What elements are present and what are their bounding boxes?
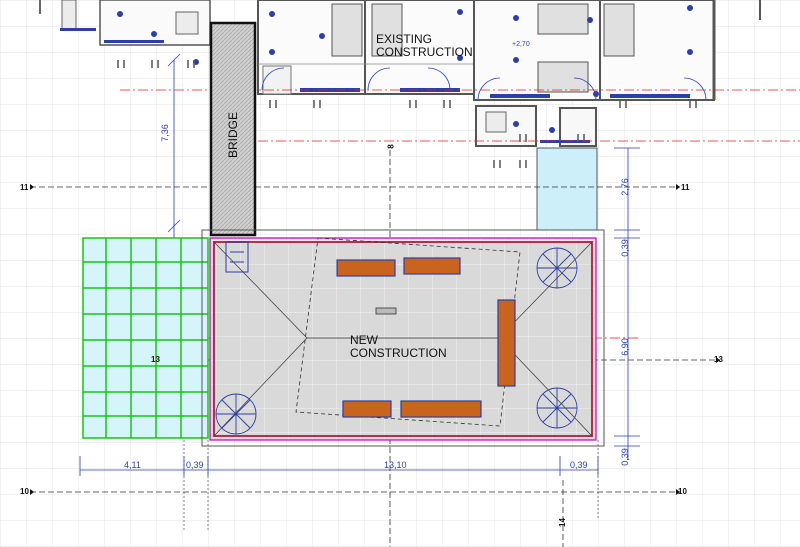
axis-label-11-right: 11 [681,183,690,192]
axis-label-10-right: 10 [678,487,687,496]
axis-label-14: 14 [557,518,567,527]
axis-label-11-left: 11 [20,183,29,192]
bridge-label: BRIDGE [226,112,240,159]
existing-construction-label-line2: CONSTRUCTION [376,45,473,59]
dimension-bottom-gap-right: 0,39 [570,460,588,470]
floor-plan-canvas: EXISTING CONSTRUCTION NEW CONSTRUCTION B… [0,0,800,547]
pergola [82,237,209,439]
level-mark: +2,70 [512,41,530,48]
existing-construction-label-line1: EXISTING [376,32,433,46]
dimension-right-gap-bottom: 0,39 [620,448,630,466]
dimension-right-top: 2,76 [620,178,630,196]
dimension-bottom-left: 4,11 [124,460,141,470]
axis-label-8: 8 [386,144,396,149]
dimension-bottom-main: 13,10 [384,460,407,470]
new-construction [201,229,605,447]
dimension-right-gap-top: 0,39 [620,239,630,257]
axis-label-10-left: 10 [20,487,29,496]
axis-label-13-left: 13 [151,355,160,364]
new-construction-label-line2: CONSTRUCTION [350,346,447,360]
glass-corridor [536,147,598,231]
dimension-right-main: 6,90 [620,338,630,356]
dimension-bridge-length: 7,36 [160,124,170,142]
axis-label-13-right: 13 [714,355,723,364]
new-construction-label-line1: NEW [350,333,378,347]
dimension-bottom-gap-left: 0,39 [186,460,204,470]
